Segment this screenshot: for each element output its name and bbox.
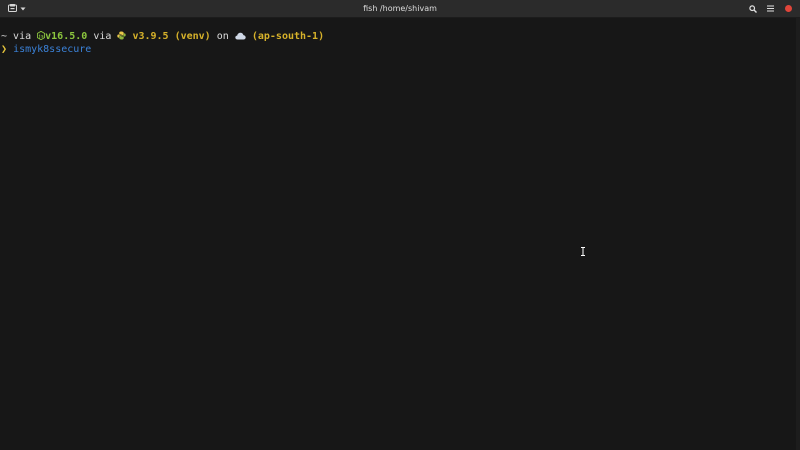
aws-region: (ap-south-1) [251, 31, 325, 42]
on-text: on [210, 31, 235, 42]
python-version: v3.9.5 (venv) [132, 31, 211, 42]
input-line[interactable]: ❯ ismyk8ssecure [1, 43, 91, 56]
svg-text:js: js [38, 32, 44, 39]
scrollbar[interactable] [796, 18, 800, 450]
window-title: fish /home/shivam [363, 4, 437, 13]
text-cursor-icon [580, 241, 586, 256]
menu-button[interactable] [766, 4, 775, 13]
menu-icon [767, 5, 774, 12]
title-bar: fish /home/shivam [0, 0, 800, 18]
prompt-line: ~ via js v16.5.0 via v3.9.5 (venv) on (ap… [1, 30, 324, 43]
via-text: via [7, 31, 38, 42]
nodejs-icon: js [37, 30, 46, 41]
search-button[interactable] [748, 4, 757, 13]
search-icon [748, 4, 757, 13]
terminal-window: fish /home/shivam ~ via js v16.5.0 via v… [0, 0, 800, 450]
close-button[interactable] [784, 4, 793, 13]
terminal-area[interactable]: ~ via js v16.5.0 via v3.9.5 (venv) on (ap… [0, 18, 796, 450]
via-text: via [87, 31, 118, 42]
command-input[interactable]: ismyk8ssecure [13, 44, 91, 55]
close-icon [785, 5, 792, 12]
cloud-icon [235, 31, 246, 40]
title-bar-controls [748, 0, 793, 17]
node-version: v16.5.0 [45, 31, 88, 42]
